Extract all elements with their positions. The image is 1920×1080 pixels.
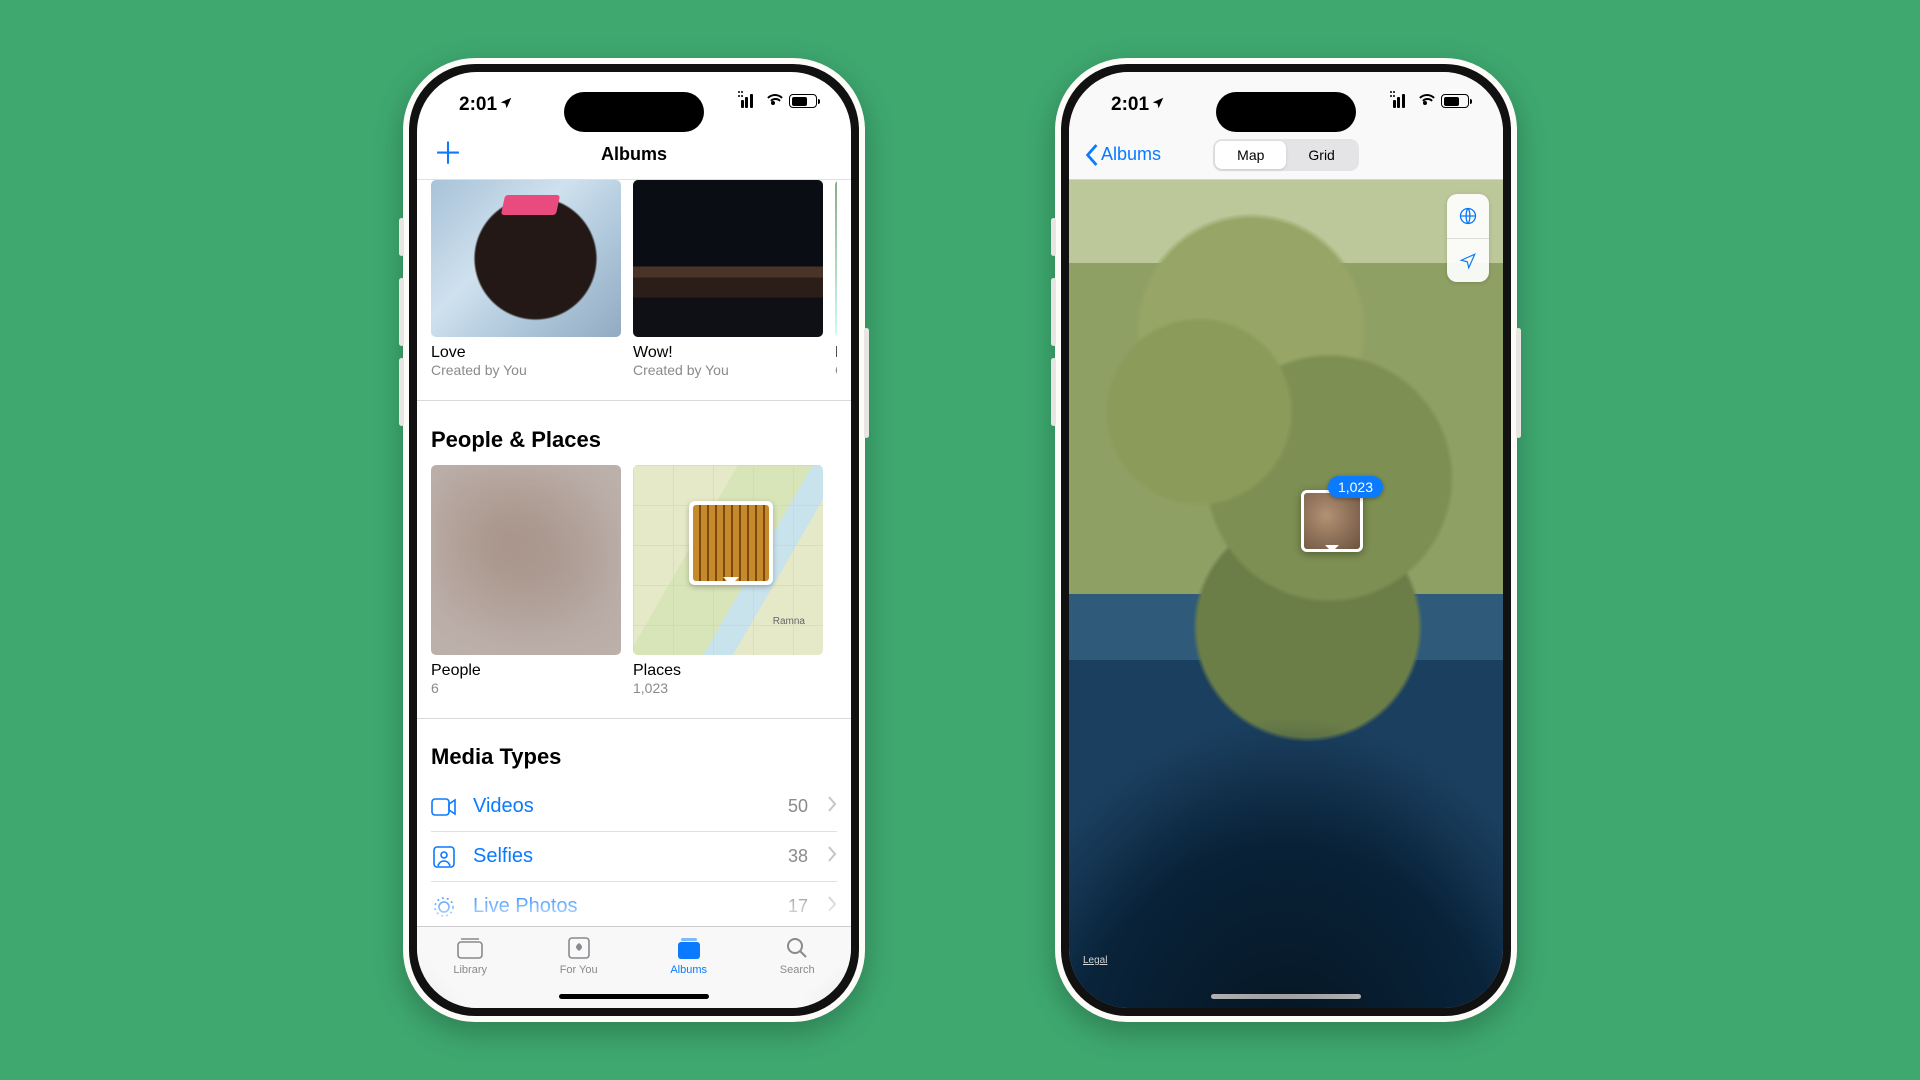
cluster-thumb (1301, 490, 1363, 552)
back-button[interactable]: Albums (1085, 144, 1161, 166)
people-thumb (431, 465, 621, 655)
people-label: People (431, 662, 621, 680)
add-button[interactable]: ＋ (433, 140, 463, 170)
search-icon (785, 935, 809, 961)
clock-label: 2:01 (459, 94, 513, 116)
chevron-right-icon (828, 796, 837, 817)
tab-search[interactable]: Search (780, 935, 815, 976)
selfie-icon (431, 846, 457, 868)
places-album[interactable]: Ramna Places 1,023 (633, 465, 823, 696)
media-types-header: Media Types (431, 744, 837, 770)
wifi-icon (1416, 94, 1434, 108)
back-label: Albums (1101, 144, 1161, 165)
seg-grid[interactable]: Grid (1286, 141, 1356, 169)
dynamic-island (1216, 92, 1356, 132)
album-subtitle: C (835, 362, 837, 378)
album-wow[interactable]: Wow! Created by You (633, 180, 823, 378)
album-name: Fo (835, 344, 837, 362)
legal-link[interactable]: Legal (1083, 955, 1107, 966)
wifi-icon (764, 94, 782, 108)
albums-icon (675, 935, 703, 961)
people-count: 6 (431, 680, 621, 696)
battery-icon (789, 94, 817, 108)
map-mode-button[interactable] (1447, 194, 1489, 238)
tab-foryou[interactable]: For You (560, 935, 598, 976)
media-count: 38 (788, 846, 808, 867)
album-name: Love (431, 344, 621, 362)
foryou-icon (567, 935, 591, 961)
album-subtitle: Created by You (633, 362, 823, 378)
media-label: Videos (473, 795, 772, 818)
places-label: Places (633, 662, 823, 680)
power-button (864, 328, 869, 438)
places-pin (689, 501, 773, 585)
clock-label: 2:01 (1111, 94, 1165, 116)
seg-map[interactable]: Map (1215, 141, 1286, 169)
navbar: ＋ Albums (417, 130, 851, 180)
location-icon (499, 94, 513, 116)
cluster-count-badge: 1,023 (1328, 476, 1383, 498)
media-count: 50 (788, 796, 808, 817)
map-controls (1447, 194, 1489, 282)
cell-signal-icon (741, 94, 758, 108)
tab-label: Library (453, 964, 487, 976)
tab-library[interactable]: Library (453, 935, 487, 976)
video-icon (431, 798, 457, 816)
chevron-right-icon (828, 846, 837, 867)
mute-switch (399, 218, 404, 256)
tab-albums[interactable]: Albums (670, 935, 707, 976)
people-places-header: People & Places (431, 427, 837, 453)
nav-title: Albums (601, 144, 667, 165)
album-peek[interactable]: Fo C (835, 180, 837, 378)
media-row-selfies[interactable]: Selfies 38 (431, 832, 837, 882)
album-thumb (633, 180, 823, 337)
view-mode-segment: Map Grid (1213, 139, 1359, 171)
tab-bar: Library For You Albums Search (417, 926, 851, 1008)
location-icon (1151, 94, 1165, 116)
tab-label: Albums (670, 964, 707, 976)
locate-me-button[interactable] (1447, 238, 1489, 282)
my-albums-row[interactable]: Love Created by You Wow! Created by You … (431, 180, 837, 378)
home-indicator[interactable] (1211, 994, 1361, 999)
map-label: Ramna (773, 616, 805, 627)
media-row-videos[interactable]: Videos 50 (431, 782, 837, 832)
places-thumb: Ramna (633, 465, 823, 655)
tab-label: Search (780, 964, 815, 976)
vol-down-button (399, 358, 404, 426)
vol-down-button (1051, 358, 1056, 426)
photo-cluster-pin[interactable]: 1,023 (1301, 490, 1363, 552)
home-indicator[interactable] (559, 994, 709, 999)
album-name: Wow! (633, 344, 823, 362)
places-map-view[interactable]: 1,023 Legal (1069, 180, 1503, 1008)
power-button (1516, 328, 1521, 438)
cell-signal-icon (1393, 94, 1410, 108)
map-navbar: Albums Map Grid (1069, 130, 1503, 180)
tab-label: For You (560, 964, 598, 976)
mute-switch (1051, 218, 1056, 256)
album-thumb (835, 180, 837, 337)
battery-icon (1441, 94, 1469, 108)
people-album[interactable]: People 6 (431, 465, 621, 696)
phone-frame-map: 2:01 Albums Map Grid (1055, 58, 1517, 1022)
album-subtitle: Created by You (431, 362, 621, 378)
library-icon (456, 935, 484, 961)
albums-scroll[interactable]: Love Created by You Wow! Created by You … (417, 180, 851, 926)
vol-up-button (399, 278, 404, 346)
places-count: 1,023 (633, 680, 823, 696)
media-label: Selfies (473, 845, 772, 868)
dynamic-island (564, 92, 704, 132)
phone-frame-albums: 2:01 ＋ Albums (403, 58, 865, 1022)
vol-up-button (1051, 278, 1056, 346)
album-thumb (431, 180, 621, 337)
album-love[interactable]: Love Created by You (431, 180, 621, 378)
